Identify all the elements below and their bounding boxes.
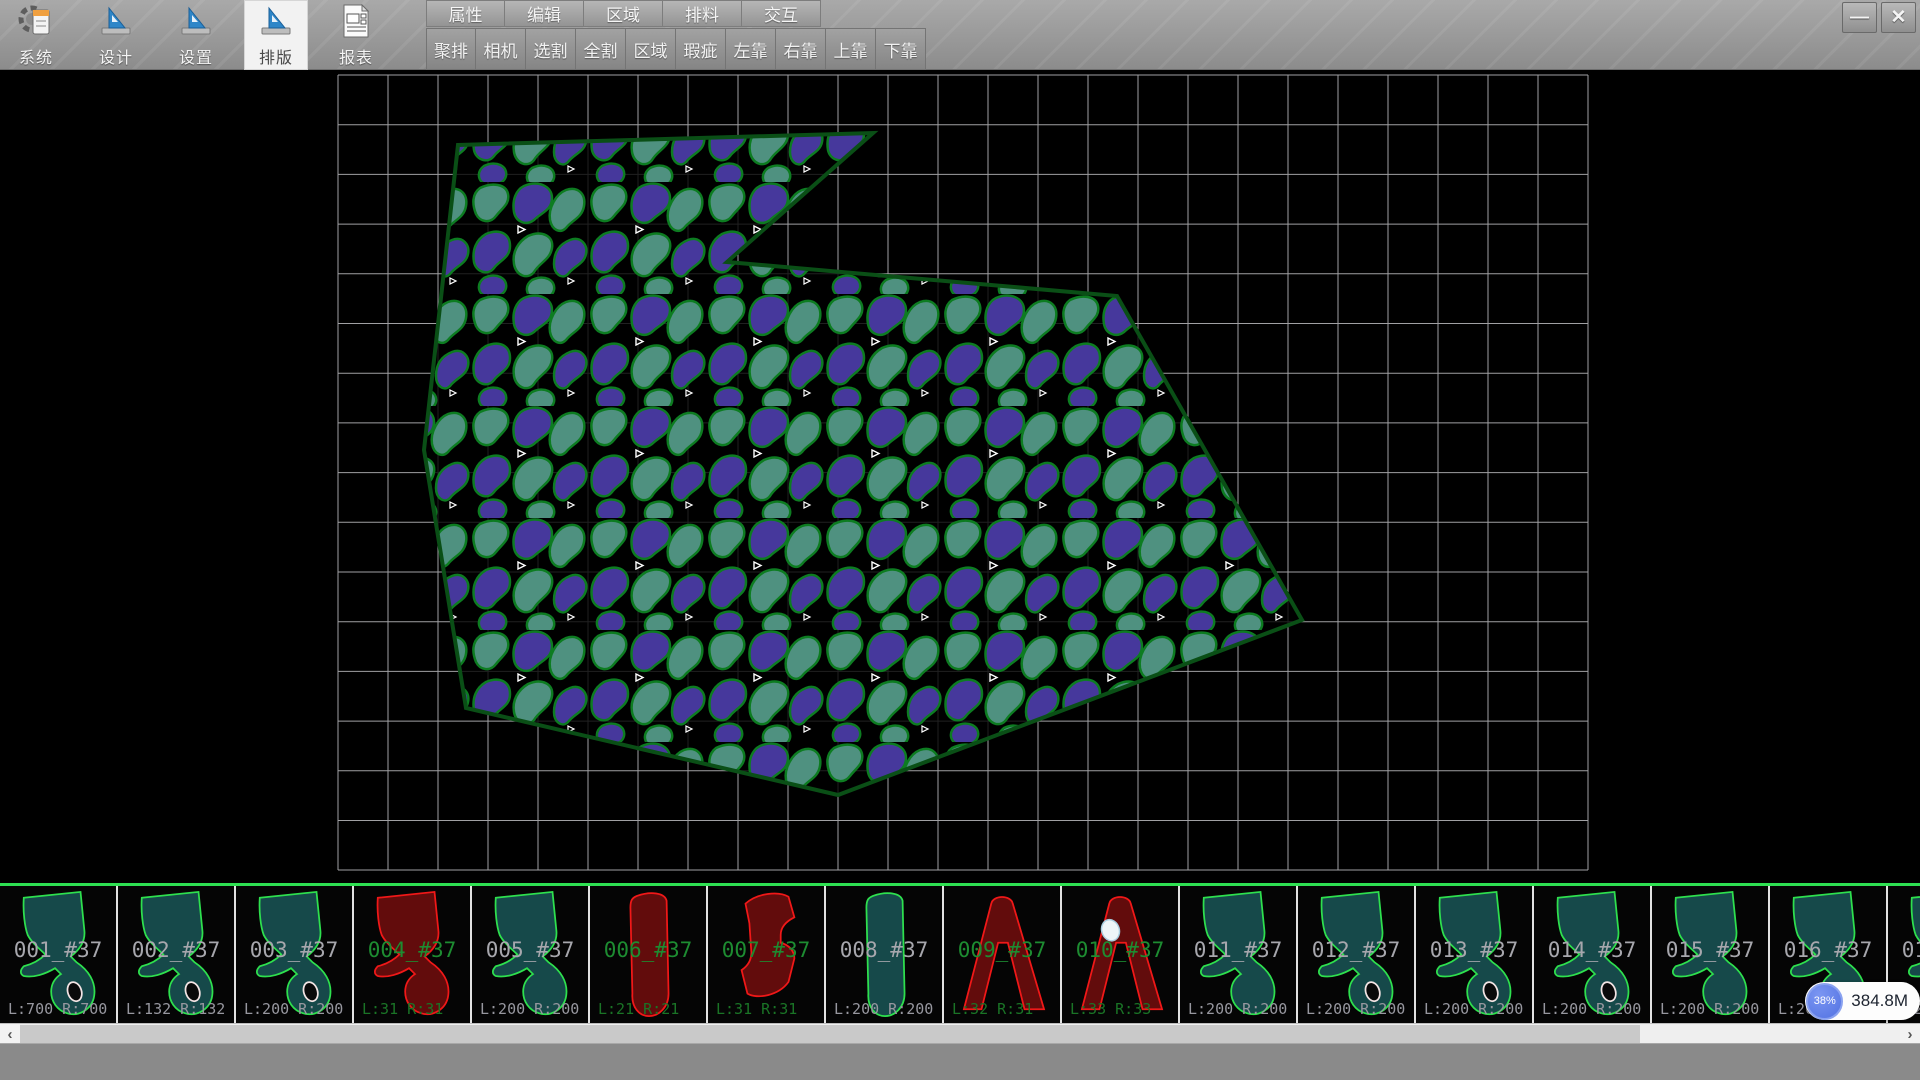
piece-name: 010_#37 bbox=[1062, 938, 1178, 962]
piece-thumbnail-10[interactable]: 010_#37 L:33 R:33 bbox=[1062, 886, 1180, 1023]
tool-button-6[interactable]: 瑕疵 bbox=[676, 28, 726, 70]
piece-name: 004_#37 bbox=[354, 938, 470, 962]
app-tab-label: 报表 bbox=[339, 44, 373, 68]
system-gear-icon bbox=[17, 2, 55, 40]
piece-thumbnail-9[interactable]: 009_#37 L:32 R:31 bbox=[944, 886, 1062, 1023]
menu-item-1[interactable]: 属性 bbox=[426, 0, 505, 27]
menu-item-5[interactable]: 交互 bbox=[742, 0, 821, 27]
leather-hide bbox=[424, 133, 1302, 795]
piece-thumbnail-5[interactable]: 005_#37 L:200 R:200 bbox=[472, 886, 590, 1023]
menu-item-2[interactable]: 编辑 bbox=[505, 0, 584, 27]
nesting-setsquare-icon bbox=[257, 2, 295, 40]
app-tab-label: 设置 bbox=[179, 44, 213, 68]
piece-thumbnail-14[interactable]: 014_#37 L:200 R:200 bbox=[1534, 886, 1652, 1023]
scroll-right-button[interactable]: › bbox=[1900, 1024, 1920, 1044]
tool-button-9[interactable]: 上靠 bbox=[826, 28, 876, 70]
design-setsquare-icon bbox=[97, 2, 135, 40]
piece-lr-count: L:21 R:21 bbox=[598, 1000, 708, 1018]
piece-thumbnail-strip: 001_#37 L:700 R:700 002_#37 L:132 R:132 … bbox=[0, 886, 1920, 1023]
piece-thumbnail-11[interactable]: 011_#37 L:200 R:200 bbox=[1180, 886, 1298, 1023]
report-document-icon bbox=[337, 2, 375, 40]
app-tab-4[interactable]: 排版 bbox=[244, 0, 308, 70]
tool-button-4[interactable]: 全割 bbox=[576, 28, 626, 70]
piece-name: 011_#37 bbox=[1180, 938, 1296, 962]
minimize-button[interactable]: — bbox=[1842, 2, 1877, 33]
status-bar bbox=[0, 1043, 1920, 1080]
piece-name: 015_#37 bbox=[1652, 938, 1768, 962]
tool-button-2[interactable]: 相机 bbox=[476, 28, 526, 70]
piece-name: 002_#37 bbox=[118, 938, 234, 962]
piece-thumbnail-2[interactable]: 002_#37 L:132 R:132 bbox=[118, 886, 236, 1023]
piece-lr-count: L:200 R:200 bbox=[1424, 1000, 1534, 1018]
memory-usage-value: 384.8M bbox=[1851, 991, 1908, 1011]
memory-usage-badge: 38% 384.8M bbox=[1805, 982, 1920, 1020]
app-window: 系统 设计 设置 排版 报表 属性 编辑 区域 排料 交互 聚排 相机 选割 全… bbox=[0, 0, 1920, 1080]
app-tab-3[interactable]: 设置 bbox=[164, 0, 228, 70]
piece-lr-count: L:31 R:31 bbox=[362, 1000, 472, 1018]
piece-thumbnail-4[interactable]: 004_#37 L:31 R:31 bbox=[354, 886, 472, 1023]
piece-name: 017_#37 bbox=[1888, 938, 1920, 962]
progress-percent-badge: 38% bbox=[1806, 983, 1843, 1020]
menu-item-4[interactable]: 排料 bbox=[663, 0, 742, 27]
app-tab-1[interactable]: 系统 bbox=[4, 0, 68, 70]
piece-lr-count: L:31 R:31 bbox=[716, 1000, 826, 1018]
piece-name: 009_#37 bbox=[944, 938, 1060, 962]
piece-thumbnail-13[interactable]: 013_#37 L:200 R:200 bbox=[1416, 886, 1534, 1023]
piece-thumbnail-6[interactable]: 006_#37 L:21 R:21 bbox=[590, 886, 708, 1023]
piece-name: 013_#37 bbox=[1416, 938, 1532, 962]
piece-thumbnail-8[interactable]: 008_#37 L:200 R:200 bbox=[826, 886, 944, 1023]
menu-bar: 属性 编辑 区域 排料 交互 bbox=[426, 0, 821, 27]
app-tab-5[interactable]: 报表 bbox=[324, 0, 388, 70]
menu-item-3[interactable]: 区域 bbox=[584, 0, 663, 27]
piece-lr-count: L:700 R:700 bbox=[8, 1000, 118, 1018]
tool-bar: 聚排 相机 选割 全割 区域 瑕疵 左靠 右靠 上靠 下靠 bbox=[426, 28, 926, 70]
piece-name: 012_#37 bbox=[1298, 938, 1414, 962]
scrollbar-thumb[interactable] bbox=[20, 1025, 1640, 1043]
piece-lr-count: L:200 R:200 bbox=[1188, 1000, 1298, 1018]
top-toolbar: 系统 设计 设置 排版 报表 属性 编辑 区域 排料 交互 聚排 相机 选割 全… bbox=[0, 0, 1920, 70]
piece-name: 005_#37 bbox=[472, 938, 588, 962]
tool-button-5[interactable]: 区域 bbox=[626, 28, 676, 70]
settings-setsquare-icon bbox=[177, 2, 215, 40]
tool-button-3[interactable]: 选割 bbox=[526, 28, 576, 70]
app-tab-2[interactable]: 设计 bbox=[84, 0, 148, 70]
app-tab-label: 排版 bbox=[259, 44, 293, 68]
piece-name: 007_#37 bbox=[708, 938, 824, 962]
window-controls: — ✕ bbox=[1842, 2, 1916, 33]
piece-name: 014_#37 bbox=[1534, 938, 1650, 962]
scroll-left-button[interactable]: ‹ bbox=[0, 1024, 20, 1044]
horizontal-scrollbar[interactable]: ‹ › bbox=[0, 1023, 1920, 1043]
piece-lr-count: L:200 R:200 bbox=[480, 1000, 590, 1018]
piece-lr-count: L:132 R:132 bbox=[126, 1000, 236, 1018]
nesting-canvas[interactable] bbox=[0, 70, 1920, 883]
piece-lr-count: L:32 R:31 bbox=[952, 1000, 1062, 1018]
nesting-canvas-svg bbox=[0, 70, 1920, 883]
tool-button-7[interactable]: 左靠 bbox=[726, 28, 776, 70]
piece-thumbnail-7[interactable]: 007_#37 L:31 R:31 bbox=[708, 886, 826, 1023]
tool-button-10[interactable]: 下靠 bbox=[876, 28, 926, 70]
piece-lr-count: L:200 R:200 bbox=[1306, 1000, 1416, 1018]
app-tab-bar: 系统 设计 设置 排版 报表 bbox=[4, 0, 388, 70]
piece-thumbnail-12[interactable]: 012_#37 L:200 R:200 bbox=[1298, 886, 1416, 1023]
piece-lr-count: L:200 R:200 bbox=[834, 1000, 944, 1018]
tool-button-8[interactable]: 右靠 bbox=[776, 28, 826, 70]
tool-button-1[interactable]: 聚排 bbox=[426, 28, 476, 70]
close-button[interactable]: ✕ bbox=[1881, 2, 1916, 33]
piece-thumbnail-1[interactable]: 001_#37 L:700 R:700 bbox=[0, 886, 118, 1023]
piece-lr-count: L:33 R:33 bbox=[1070, 1000, 1180, 1018]
piece-name: 006_#37 bbox=[590, 938, 706, 962]
piece-name: 016_#37 bbox=[1770, 938, 1886, 962]
app-tab-label: 设计 bbox=[99, 44, 133, 68]
piece-name: 001_#37 bbox=[0, 938, 116, 962]
piece-lr-count: L:200 R:200 bbox=[244, 1000, 354, 1018]
app-tab-label: 系统 bbox=[19, 44, 53, 68]
piece-name: 008_#37 bbox=[826, 938, 942, 962]
piece-lr-count: L:200 R:200 bbox=[1542, 1000, 1652, 1018]
piece-name: 003_#37 bbox=[236, 938, 352, 962]
piece-thumbnail-3[interactable]: 003_#37 L:200 R:200 bbox=[236, 886, 354, 1023]
piece-thumbnail-15[interactable]: 015_#37 L:200 R:200 bbox=[1652, 886, 1770, 1023]
piece-lr-count: L:200 R:200 bbox=[1660, 1000, 1770, 1018]
